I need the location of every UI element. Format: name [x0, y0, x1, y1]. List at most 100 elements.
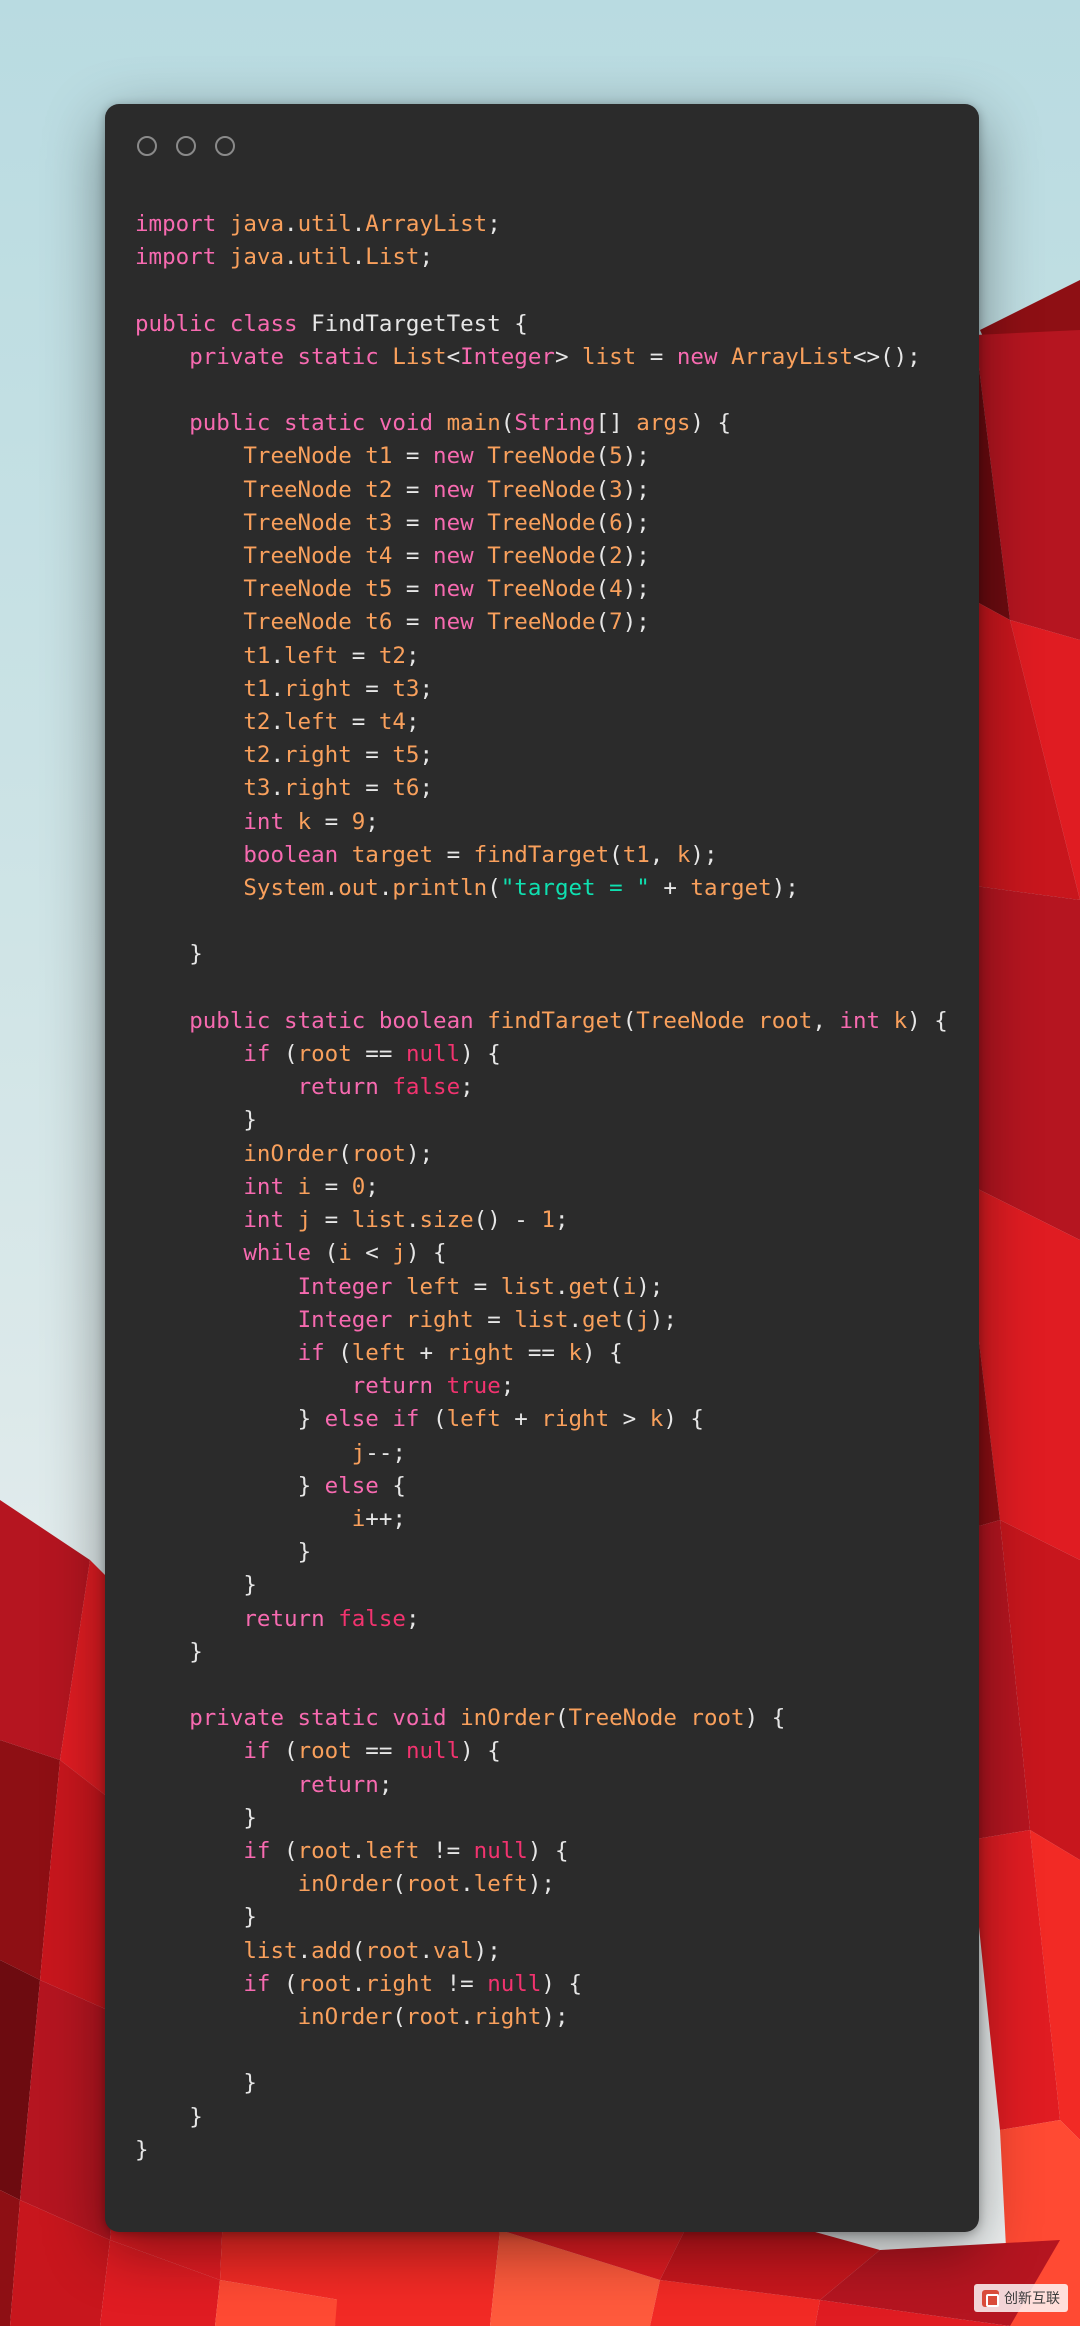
code-token: TreeNode	[243, 609, 352, 636]
code-token: t2	[365, 476, 393, 503]
code-token: +	[405, 1339, 447, 1366]
code-token: TreeNode	[636, 1007, 745, 1034]
code-token: findTarget	[487, 1007, 623, 1034]
code-token: ) {	[460, 1738, 501, 1765]
code-token: 9	[351, 808, 366, 835]
code-token: right	[473, 2003, 542, 2030]
code-line: Integer left = list.get(i);	[135, 1271, 979, 1304]
close-dot-icon[interactable]	[137, 136, 157, 156]
code-token: null	[473, 1837, 528, 1864]
code-line: Integer right = list.get(j);	[135, 1304, 979, 1337]
code-token: right	[284, 775, 352, 802]
code-token: =	[338, 709, 379, 736]
code-line: boolean target = findTarget(t1, k);	[135, 839, 979, 872]
code-line: }	[135, 1802, 979, 1835]
code-token: ;	[405, 642, 420, 669]
code-token: null	[405, 1738, 461, 1765]
code-token: list	[500, 1273, 555, 1300]
code-line: j--;	[135, 1437, 979, 1470]
code-token: private static void	[189, 1705, 447, 1732]
code-token: +	[500, 1406, 542, 1433]
code-token: new	[433, 609, 474, 636]
code-token: import	[135, 211, 217, 237]
code-token: );	[405, 1140, 434, 1167]
code-token: int	[243, 1173, 285, 1200]
code-token: .	[270, 775, 285, 802]
code-token: <	[446, 343, 461, 370]
code-token: t1	[243, 675, 271, 702]
window-titlebar[interactable]	[105, 104, 979, 178]
code-token: =	[636, 343, 677, 370]
code-token: TreeNode	[243, 443, 352, 470]
code-line: int j = list.size() - 1;	[135, 1204, 979, 1237]
code-token: (	[311, 1240, 339, 1267]
code-token: .	[378, 875, 393, 902]
code-token: list	[243, 1937, 298, 1964]
code-token: ==	[351, 1041, 406, 1068]
code-token: ;	[365, 808, 379, 835]
code-token: right	[446, 1339, 515, 1366]
code-token: i	[338, 1240, 352, 1267]
code-token: >	[554, 343, 583, 370]
code-line: } else {	[135, 1470, 979, 1503]
code-token: main	[446, 410, 501, 437]
code-token: t6	[365, 609, 393, 636]
code-token: else	[324, 1472, 379, 1499]
code-token: null	[405, 1041, 461, 1068]
code-block[interactable]: import java.util.ArrayList; import java.…	[105, 178, 979, 2167]
maximize-dot-icon[interactable]	[215, 136, 235, 156]
code-token: ArrayList	[365, 211, 488, 237]
code-token: left	[405, 1273, 461, 1300]
code-token: );	[527, 1871, 555, 1898]
code-token: System	[243, 875, 325, 902]
code-line: return true;	[135, 1370, 979, 1403]
code-token: ++;	[365, 1505, 406, 1532]
code-token: ) {	[527, 1837, 569, 1864]
code-token: inOrder	[297, 1871, 393, 1898]
code-line: inOrder(root);	[135, 1138, 979, 1171]
code-token: {	[500, 310, 528, 337]
code-token: }	[135, 2136, 149, 2163]
code-token: FindTargetTest	[311, 310, 501, 337]
code-token: (	[324, 1339, 352, 1366]
code-token: .	[351, 1837, 366, 1864]
code-token: (	[595, 609, 610, 636]
code-token: java	[229, 244, 285, 271]
window-traffic-lights[interactable]	[137, 136, 235, 156]
code-token: j	[636, 1306, 650, 1333]
code-token: k	[568, 1339, 583, 1366]
code-token: (	[338, 1140, 352, 1167]
code-token: TreeNode	[487, 609, 596, 636]
code-token: TreeNode	[243, 576, 352, 603]
code-token: }	[135, 2103, 203, 2130]
code-token: inOrder	[243, 1140, 339, 1167]
code-token: root	[297, 1041, 352, 1068]
code-line: return;	[135, 1769, 979, 1802]
code-line: t2.left = t4;	[135, 706, 979, 739]
code-line: TreeNode t5 = new TreeNode(4);	[135, 573, 979, 606]
code-window[interactable]: import java.util.ArrayList; import java.…	[105, 104, 979, 2232]
code-token: k	[893, 1007, 908, 1034]
code-line: }	[135, 1636, 979, 1669]
code-line: i++;	[135, 1503, 979, 1536]
code-token: right	[365, 1970, 434, 1997]
minimize-dot-icon[interactable]	[176, 136, 196, 156]
code-token: (	[270, 1738, 298, 1765]
